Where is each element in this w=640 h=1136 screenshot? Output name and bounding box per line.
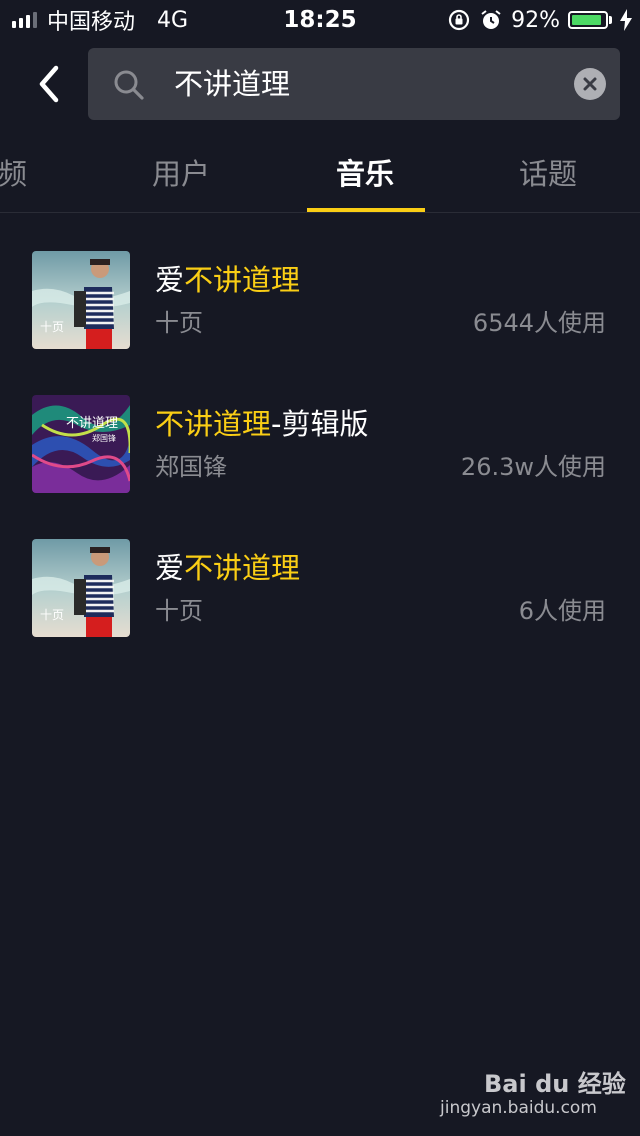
- album-cover: 不讲道理 郑国锋: [32, 395, 130, 493]
- list-item[interactable]: 十页 爱不讲道理 十页 6544人使用: [0, 230, 640, 350]
- cover-text: 不讲道理: [66, 416, 118, 431]
- battery-icon: [568, 11, 612, 29]
- list-item[interactable]: 不讲道理 郑国锋 不讲道理-剪辑版 郑国锋 26.3w人使用: [0, 374, 640, 494]
- title-suffix: -剪辑版: [271, 407, 369, 441]
- song-use-count: 6人使用: [518, 597, 606, 625]
- song-artist: 郑国锋: [155, 453, 227, 481]
- battery-percent: 92%: [511, 7, 560, 33]
- title-highlight: 不讲道理: [184, 551, 301, 585]
- cover-text: 十页: [40, 608, 64, 622]
- title-prefix: 爱: [155, 551, 185, 585]
- song-artist: 十页: [155, 597, 203, 625]
- song-title: 爱不讲道理: [155, 260, 300, 300]
- charging-bolt-icon: [620, 9, 632, 31]
- search-input[interactable]: 不讲道理: [88, 48, 620, 120]
- album-cover: 十页: [32, 539, 130, 637]
- chevron-left-icon: [39, 65, 59, 103]
- song-title: 不讲道理-剪辑版: [155, 404, 368, 444]
- title-highlight: 不讲道理: [155, 407, 272, 441]
- watermark-brand: Bai du 经验: [484, 1070, 626, 1098]
- song-title: 爱不讲道理: [155, 548, 300, 588]
- rotation-lock-icon: [448, 9, 470, 31]
- search-tabs: 频 用户 音乐 话题: [0, 140, 640, 213]
- song-use-count: 26.3w人使用: [460, 453, 606, 481]
- tab-music[interactable]: 音乐: [336, 154, 394, 194]
- song-artist: 十页: [155, 309, 203, 337]
- search-icon: [114, 70, 144, 100]
- list-item[interactable]: 十页 爱不讲道理 十页 6人使用: [0, 518, 640, 638]
- title-prefix: 爱: [155, 263, 185, 297]
- tab-video[interactable]: 频: [0, 154, 27, 194]
- song-use-count: 6544人使用: [472, 309, 606, 337]
- clear-search-button[interactable]: [574, 68, 606, 100]
- back-button[interactable]: [26, 62, 70, 106]
- tab-topics[interactable]: 话题: [519, 154, 577, 194]
- clear-icon: [583, 77, 597, 91]
- status-right: 92%: [447, 6, 632, 34]
- cover-subtext: 郑国锋: [92, 433, 116, 443]
- cover-text: 十页: [40, 320, 64, 334]
- album-cover: 十页: [32, 251, 130, 349]
- alarm-icon: [481, 10, 501, 29]
- baidu-jingyan-watermark: Bai du 经验 jingyan.baidu.com: [440, 1064, 626, 1124]
- watermark-url: jingyan.baidu.com: [440, 1098, 597, 1118]
- active-tab-indicator: [307, 208, 425, 212]
- tab-users[interactable]: 用户: [152, 154, 210, 194]
- search-query: 不讲道理: [174, 67, 291, 101]
- status-bar: 中国移动 4G 18:25 92%: [0, 0, 640, 40]
- title-highlight: 不讲道理: [184, 263, 301, 297]
